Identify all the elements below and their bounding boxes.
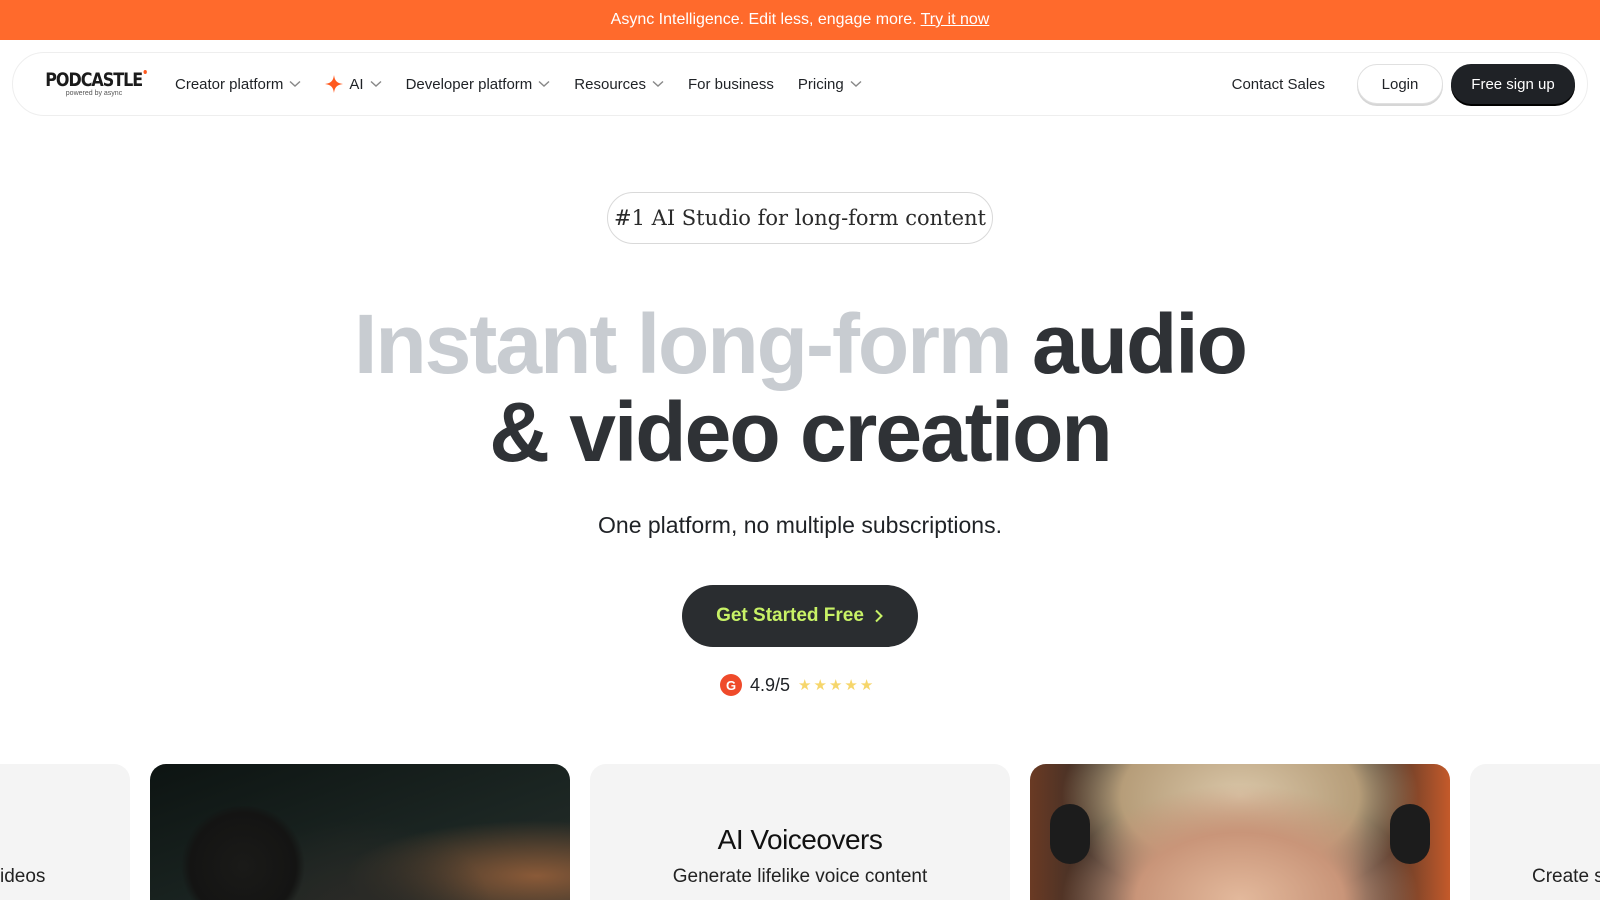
chevron-down-icon [538, 80, 550, 87]
hero-subtitle: One platform, no multiple subscriptions. [598, 512, 1002, 538]
sparkle-icon [325, 75, 344, 93]
chevron-down-icon [850, 80, 862, 87]
nav-item-creator-platform[interactable]: Creator platform [175, 76, 301, 93]
nav-actions: Contact Sales Login Free sign up [1232, 64, 1575, 104]
chevron-down-icon [370, 80, 382, 87]
nav-item-resources[interactable]: Resources [574, 76, 664, 93]
nav-item-developer-platform[interactable]: Developer platform [406, 76, 551, 93]
podcastle-logo[interactable]: PODCASTLE powered by async [46, 70, 148, 98]
nav-item-for-business[interactable]: For business [688, 76, 774, 93]
hero-heading: Instant long-form audio & video creation [0, 300, 1600, 476]
banner-text: Async Intelligence. Edit less, engage mo… [610, 11, 917, 28]
card-title: AI Voiceovers [717, 824, 883, 855]
nav-item-pricing[interactable]: Pricing [798, 76, 862, 93]
hero-badge: #1 AI Studio for long-form content [607, 192, 993, 244]
cta-label: Get Started Free [716, 605, 864, 626]
nav-item-label: AI [349, 75, 364, 93]
logo-dot [144, 70, 148, 74]
card-subtitle: Generate lifelike voice content [672, 866, 928, 887]
g2-logo-icon: G [720, 674, 742, 696]
hero-heading-light: Instant long-form [354, 297, 1013, 391]
chevron-down-icon [289, 80, 301, 87]
feature-carousel: ideos AI Voiceovers Generate lifelike vo… [0, 764, 1600, 900]
contact-sales-link[interactable]: Contact Sales [1232, 76, 1325, 93]
nav-item-label: Developer platform [405, 75, 533, 93]
nav-item-label: For business [688, 75, 774, 93]
star-icon: ★ [828, 677, 843, 694]
nav-item-label: Pricing [797, 75, 844, 93]
feature-card-photo-podcaster[interactable] [150, 764, 570, 900]
get-started-button[interactable]: Get Started Free [682, 585, 918, 647]
rating-value: 4.9/5 [750, 674, 791, 695]
chevron-down-icon [652, 80, 664, 87]
rating: G 4.9/5 ★ ★ ★ ★ ★ [720, 673, 873, 697]
free-signup-button[interactable]: Free sign up [1451, 64, 1575, 104]
nav-item-label: Resources [574, 75, 646, 93]
headphone-image [1390, 804, 1430, 864]
hero-heading-dark-1: audio [1031, 297, 1248, 391]
feature-card-ai-voiceovers[interactable]: AI Voiceovers Generate lifelike voice co… [590, 764, 1010, 900]
star-rating: ★ ★ ★ ★ ★ [798, 676, 873, 694]
top-navigation: PODCASTLE powered by async Creator platf… [12, 52, 1588, 116]
nav-item-ai[interactable]: AI [325, 75, 382, 93]
nav-item-label: Creator platform [175, 75, 284, 93]
logo-wordmark: PODCASTLE [46, 70, 148, 90]
star-icon: ★ [798, 677, 812, 694]
chevron-right-icon [875, 609, 883, 623]
card-subtitle: ideos [0, 866, 46, 887]
nav-menu: Creator platform AI Developer platform R… [175, 75, 862, 93]
announcement-banner: Async Intelligence. Edit less, engage mo… [0, 0, 1600, 40]
star-icon: ★ [813, 677, 827, 694]
banner-link[interactable]: Try it now [921, 11, 990, 29]
feature-card-partial-right[interactable]: Create s [1470, 764, 1600, 900]
logo-tagline: powered by async [65, 90, 123, 97]
feature-card-photo-headphones[interactable] [1030, 764, 1450, 900]
person-image [178, 806, 308, 900]
star-icon: ★ [859, 677, 874, 694]
star-icon: ★ [844, 677, 858, 694]
login-button[interactable]: Login [1357, 64, 1443, 104]
hero-heading-dark-2: & video creation [489, 385, 1113, 479]
headphone-image [1050, 804, 1090, 864]
card-subtitle: Create s [1532, 866, 1600, 887]
feature-card-partial-left[interactable]: ideos [0, 764, 130, 900]
